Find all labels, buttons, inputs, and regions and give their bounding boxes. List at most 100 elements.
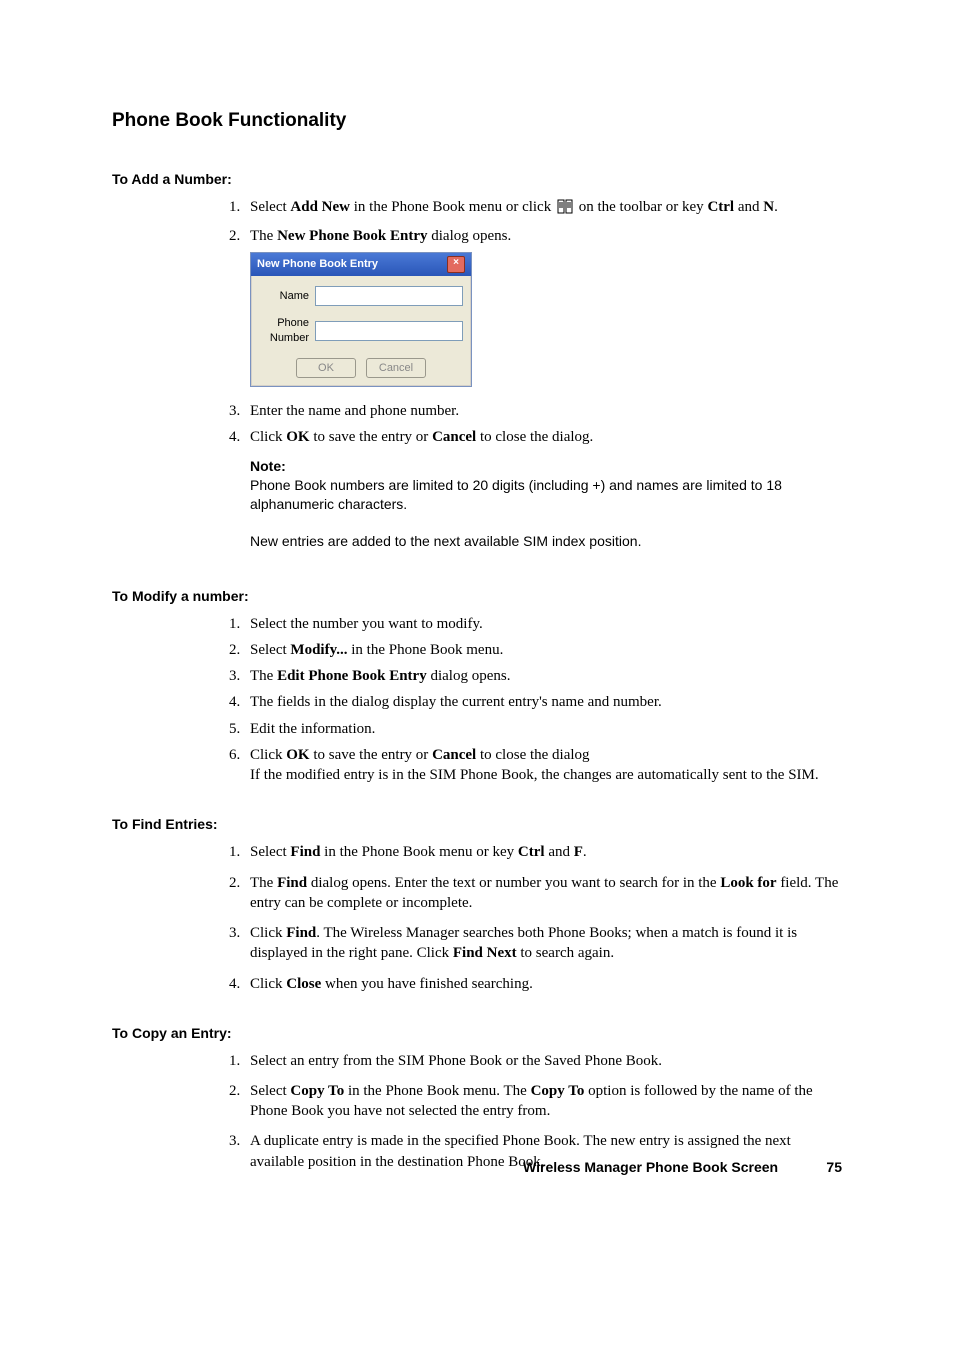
text: Select: [250, 844, 290, 860]
text: Click: [250, 429, 286, 445]
heading-find: To Find Entries:: [112, 815, 842, 834]
steps-modify: Select the number you want to modify. Se…: [222, 614, 842, 786]
text: The: [250, 228, 277, 244]
steps-add: Select Add New in the Phone Book menu or…: [222, 197, 842, 448]
section-modify-number: To Modify a number: Select the number yo…: [112, 587, 842, 786]
text: in the Phone Book menu or key: [320, 844, 517, 860]
text: Select: [250, 642, 290, 658]
text-bold: Cancel: [432, 747, 476, 763]
text: dialog opens.: [428, 228, 512, 244]
text: in the Phone Book menu.: [348, 642, 504, 658]
text: on the toolbar or key: [575, 199, 707, 215]
modify-step-5: Edit the information.: [244, 719, 842, 739]
page-footer: Wireless Manager Phone Book Screen 75: [112, 1158, 842, 1177]
text: Select: [250, 1083, 290, 1099]
text: dialog opens.: [427, 668, 511, 684]
field-phone: Phone Number: [259, 316, 463, 346]
add-step-2: The New Phone Book Entry dialog opens. N…: [244, 226, 842, 387]
steps-find: Select Find in the Phone Book menu or ke…: [222, 842, 842, 994]
page-number: 75: [782, 1158, 842, 1177]
text-bold: OK: [286, 429, 309, 445]
heading-copy: To Copy an Entry:: [112, 1024, 842, 1043]
note-label: Note:: [250, 457, 842, 476]
find-step-2: The Find dialog opens. Enter the text or…: [244, 873, 842, 914]
text: to close the dialog: [476, 747, 589, 763]
text-bold: Add New: [290, 199, 350, 215]
cancel-button[interactable]: Cancel: [366, 358, 426, 378]
text-bold: Find: [286, 925, 316, 941]
dialog-body: Name Phone Number OK Cancel: [251, 276, 471, 386]
find-step-3: Click Find. The Wireless Manager searche…: [244, 923, 842, 964]
text-bold: New Phone Book Entry: [277, 228, 427, 244]
text: Click: [250, 925, 286, 941]
text: Select: [250, 199, 290, 215]
text: If the modified entry is in the SIM Phon…: [250, 767, 819, 783]
copy-step-1: Select an entry from the SIM Phone Book …: [244, 1051, 842, 1071]
name-label: Name: [259, 289, 309, 304]
heading-add: To Add a Number:: [112, 170, 842, 189]
text: in the Phone Book menu. The: [344, 1083, 530, 1099]
page-content: Phone Book Functionality To Add a Number…: [0, 0, 954, 1351]
text-bold: Ctrl: [518, 844, 545, 860]
modify-step-4: The fields in the dialog display the cur…: [244, 692, 842, 712]
text-bold: Ctrl: [707, 199, 734, 215]
text-bold: F: [574, 844, 583, 860]
modify-step-3: The Edit Phone Book Entry dialog opens.: [244, 666, 842, 686]
text-bold: Find Next: [453, 945, 517, 961]
text: to close the dialog.: [476, 429, 593, 445]
note-body: Phone Book numbers are limited to 20 dig…: [250, 477, 782, 512]
text: and: [545, 844, 574, 860]
text: .: [774, 199, 778, 215]
modify-step-2: Select Modify... in the Phone Book menu.: [244, 640, 842, 660]
text-bold: Find: [290, 844, 320, 860]
text: .: [583, 844, 587, 860]
text: The: [250, 668, 277, 684]
text-bold: Edit Phone Book Entry: [277, 668, 427, 684]
text: The: [250, 875, 277, 891]
add-step-3: Enter the name and phone number.: [244, 401, 842, 421]
text-bold: Close: [286, 976, 321, 992]
text: to search again.: [517, 945, 614, 961]
text-bold: Copy To: [531, 1083, 585, 1099]
section-find-entries: To Find Entries: Select Find in the Phon…: [112, 815, 842, 993]
name-input[interactable]: [315, 286, 463, 306]
modify-step-6: Click OK to save the entry or Cancel to …: [244, 745, 842, 786]
note-followup: New entries are added to the next availa…: [250, 532, 842, 551]
text: to save the entry or: [310, 429, 432, 445]
modify-step-1: Select the number you want to modify.: [244, 614, 842, 634]
note-block: Note: Phone Book numbers are limited to …: [250, 457, 842, 514]
section-add-number: To Add a Number: Select Add New in the P…: [112, 170, 842, 551]
text-bold: Copy To: [290, 1083, 344, 1099]
heading-modify: To Modify a number:: [112, 587, 842, 606]
add-step-1: Select Add New in the Phone Book menu or…: [244, 197, 842, 220]
new-phonebook-entry-dialog: New Phone Book Entry × Name Phone Number: [250, 252, 472, 387]
text-bold: Look for: [720, 875, 776, 891]
dialog-buttons: OK Cancel: [259, 356, 463, 378]
steps-copy: Select an entry from the SIM Phone Book …: [222, 1051, 842, 1172]
text: Click: [250, 976, 286, 992]
phone-label: Phone Number: [259, 316, 309, 346]
page-title: Phone Book Functionality: [112, 108, 842, 134]
find-step-1: Select Find in the Phone Book menu or ke…: [244, 842, 842, 862]
text-bold: N: [763, 199, 774, 215]
close-icon[interactable]: ×: [447, 256, 465, 273]
ok-button[interactable]: OK: [296, 358, 356, 378]
text: when you have finished searching.: [321, 976, 533, 992]
text-bold: OK: [286, 747, 309, 763]
dialog-screenshot: New Phone Book Entry × Name Phone Number: [250, 252, 842, 387]
text: to save the entry or: [310, 747, 432, 763]
text-bold: Modify...: [290, 642, 347, 658]
footer-text: Wireless Manager Phone Book Screen: [523, 1159, 778, 1175]
copy-step-2: Select Copy To in the Phone Book menu. T…: [244, 1081, 842, 1122]
dialog-titlebar: New Phone Book Entry ×: [251, 253, 471, 276]
add-step-4: Click OK to save the entry or Cancel to …: [244, 427, 842, 447]
phone-input[interactable]: [315, 321, 463, 341]
text: in the Phone Book menu or click: [350, 199, 555, 215]
text-bold: Find: [277, 875, 307, 891]
text: dialog opens. Enter the text or number y…: [307, 875, 720, 891]
field-name: Name: [259, 286, 463, 306]
find-step-4: Click Close when you have finished searc…: [244, 974, 842, 994]
section-copy-entry: To Copy an Entry: Select an entry from t…: [112, 1024, 842, 1172]
phonebook-icon: [557, 199, 573, 220]
text: and: [734, 199, 763, 215]
